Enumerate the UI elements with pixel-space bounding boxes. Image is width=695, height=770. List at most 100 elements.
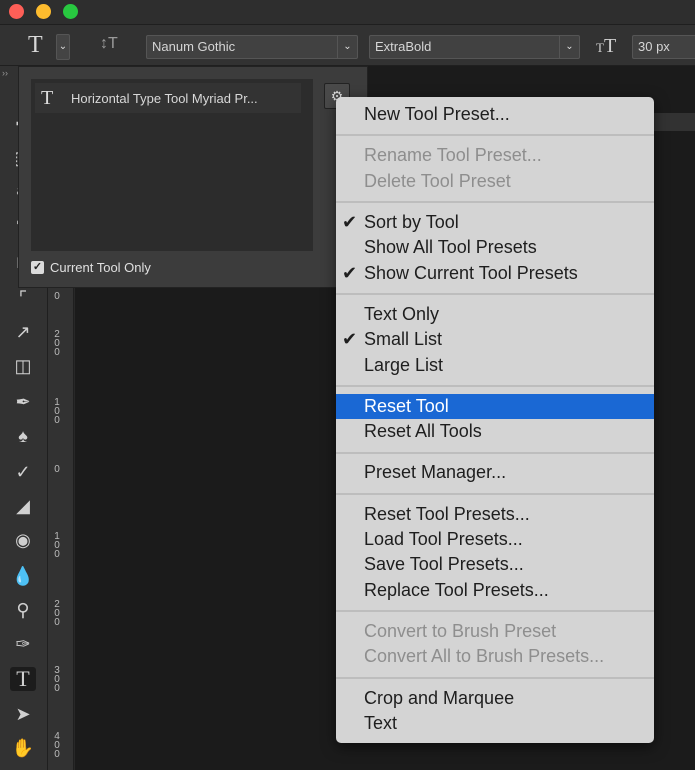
menu-item-convert-all-to-brush-presets: Convert All to Brush Presets... [336,644,654,669]
menu-item-label: Small List [364,329,443,350]
menu-item-rename-tool-preset: Rename Tool Preset... [336,143,654,168]
menu-item-label: Crop and Marquee [364,687,515,708]
paint-bucket-tool-icon[interactable]: ◉ [10,528,36,552]
menu-item-load-tool-presets[interactable]: Load Tool Presets... [336,527,654,552]
font-style-value: ExtraBold [375,39,432,54]
eraser-tool-icon[interactable]: ◢ [10,494,36,518]
ruler-label: 100 [54,397,60,426]
menu-item-preset-manager[interactable]: Preset Manager... [336,460,654,485]
tool-preset-picker-button[interactable]: ⌄ [56,34,70,60]
tool-preset-panel: T Horizontal Type Tool Myriad Pr... ⚙ □ … [18,66,368,288]
menu-item-reset-tool-presets[interactable]: Reset Tool Presets... [336,502,654,527]
menu-separator [336,451,654,454]
menu-item-label: Text Only [364,303,440,324]
menu-separator [336,610,654,613]
menu-item-text-only[interactable]: Text Only [336,302,654,327]
font-size-field[interactable]: 30 px [632,35,695,59]
menu-item-label: Convert to Brush Preset [364,621,557,641]
menu-item-label: Show All Tool Presets [364,237,537,258]
menu-separator [336,292,654,295]
menu-item-label: Preset Manager... [364,462,507,483]
menu-item-label: Rename Tool Preset... [364,145,542,166]
menu-item-show-current-tool-presets[interactable]: ✔ Show Current Tool Presets [336,261,654,286]
font-family-value: Nanum Gothic [152,39,236,54]
menu-item-small-list[interactable]: ✔ Small List [336,327,654,352]
menu-item-save-tool-presets[interactable]: Save Tool Presets... [336,552,654,577]
menu-item-replace-tool-presets[interactable]: Replace Tool Presets... [336,578,654,603]
blur-tool-icon[interactable]: 💧 [10,564,36,588]
menu-separator [336,134,654,137]
menu-item-crop-and-marquee[interactable]: Crop and Marquee [336,686,654,711]
ruler-label: 400 [54,731,60,760]
ruler-label: 0 [54,291,60,302]
menu-item-convert-to-brush-preset: Convert to Brush Preset [336,619,654,644]
menu-item-sort-by-tool[interactable]: ✔ Sort by Tool [336,210,654,235]
pen-tool-icon[interactable]: ✑ [10,632,36,656]
type-tool-icon[interactable]: T [28,33,43,57]
menu-item-label: Reset All Tools [364,421,482,442]
menu-item-label: Sort by Tool [364,211,459,232]
ruler-label: 100 [54,531,60,560]
menu-item-label: New Tool Preset... [364,104,510,124]
ruler-label: 200 [54,329,60,358]
vertical-ruler: 0 200 100 0 100 200 300 400 [48,280,74,770]
menu-item-delete-tool-preset: Delete Tool Preset [336,169,654,194]
menu-separator [336,384,654,387]
type-tool-icon: T [41,87,54,109]
dodge-tool-icon[interactable]: ⚲ [10,598,36,622]
menu-item-label: Convert All to Brush Presets... [364,646,605,667]
menu-item-text[interactable]: Text [336,711,654,736]
ruler-label: 0 [54,464,60,475]
title-bar [0,0,695,24]
preset-panel-context-menu: New Tool Preset... Rename Tool Preset... D… [336,97,654,743]
menu-item-label: Save Tool Presets... [364,554,524,575]
options-bar: T ⌄ ↕T Nanum Gothic ⌄ ExtraBold ⌄ TT 30 … [0,24,695,66]
eyedropper-tool-icon[interactable]: ↗ [10,320,36,344]
hand-tool-icon[interactable]: ✋ [10,736,36,760]
crop-tool-icon[interactable]: ⌜ [10,286,36,310]
checkmark-icon: ✔ [342,262,358,283]
checkmark-icon: ✔ [342,329,358,350]
menu-item-reset-all-tools[interactable]: Reset All Tools [336,419,654,444]
healing-brush-tool-icon[interactable]: ◫ [10,354,36,378]
menu-item-label: Delete Tool Preset [364,170,511,191]
menu-item-label: Replace Tool Presets... [364,579,549,600]
clone-stamp-tool-icon[interactable]: ♠ [10,424,36,448]
menu-item-label: Load Tool Presets... [364,529,523,549]
chevron-down-icon: ⌄ [337,36,357,58]
menu-item-label: Reset Tool [364,395,449,416]
brush-tool-icon[interactable]: ✒ [10,390,36,414]
checkmark-icon: ✔ [342,211,358,232]
history-brush-tool-icon[interactable]: ✓ [10,460,36,484]
menu-item-reset-tool[interactable]: Reset Tool [336,393,654,419]
menu-separator [336,676,654,679]
collapse-toolbar-button[interactable]: ›› [2,68,8,78]
font-family-select[interactable]: Nanum Gothic ⌄ [146,35,358,59]
menu-item-label: Show Current Tool Presets [364,262,578,283]
menu-item-show-all-tool-presets[interactable]: Show All Tool Presets [336,235,654,260]
preset-list-item[interactable]: T Horizontal Type Tool Myriad Pr... [35,83,301,113]
preset-list: T Horizontal Type Tool Myriad Pr... [31,79,313,251]
menu-item-large-list[interactable]: Large List [336,353,654,378]
ruler-label: 200 [54,599,60,628]
menu-separator [336,492,654,495]
maximize-window-button[interactable] [63,4,78,19]
text-orientation-toggle-icon[interactable]: ↕T [100,35,118,53]
current-tool-only-label: Current Tool Only [50,260,151,275]
menu-item-label: Text [364,713,398,733]
ruler-label: 300 [54,665,60,694]
path-selection-tool-icon[interactable]: ➤ [10,702,36,726]
horizontal-ruler [650,113,695,131]
minimize-window-button[interactable] [36,4,51,19]
menu-item-label: Large List [364,354,444,375]
font-size-icon: TT [596,35,617,57]
current-tool-only-checkbox[interactable]: ✓ [31,261,44,274]
preset-item-label: Horizontal Type Tool Myriad Pr... [71,91,258,106]
menu-item-label: Reset Tool Presets... [364,503,530,524]
font-style-select[interactable]: ExtraBold ⌄ [369,35,580,59]
type-tool-icon[interactable]: T [10,667,36,691]
menu-item-new-tool-preset[interactable]: New Tool Preset... [336,102,654,127]
close-window-button[interactable] [9,4,24,19]
menu-separator [336,200,654,203]
chevron-down-icon: ⌄ [559,36,579,58]
